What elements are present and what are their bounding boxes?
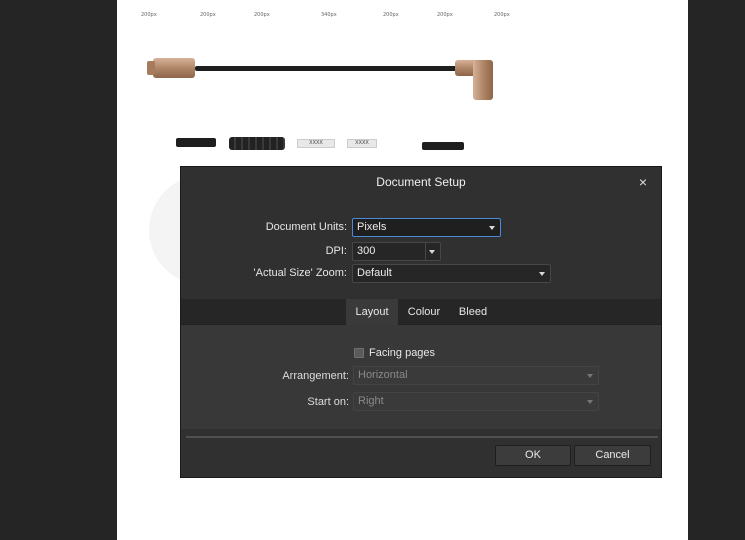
ok-button[interactable]: OK	[495, 445, 571, 466]
dimension-label: 200px	[141, 12, 157, 18]
part-label: XXXX	[355, 140, 369, 146]
part-ferrule[interactable]	[176, 138, 216, 147]
start-on-value: Right	[358, 395, 384, 407]
chevron-down-icon	[587, 400, 593, 404]
chevron-down-icon[interactable]	[429, 250, 435, 254]
arrangement-label: Arrangement:	[282, 370, 349, 382]
dimension-label: 200px	[254, 12, 270, 18]
part-strain-relief[interactable]	[229, 137, 285, 150]
cable-image[interactable]	[195, 66, 465, 71]
dimension-label: 200px	[200, 12, 216, 18]
chevron-down-icon	[539, 272, 545, 276]
dpi-label: DPI:	[325, 245, 347, 257]
actual-size-zoom-value: Default	[357, 267, 392, 279]
dimension-label: 340px	[321, 12, 337, 18]
dimension-label: 200px	[437, 12, 453, 18]
chevron-down-icon	[489, 226, 495, 230]
combo-divider	[425, 243, 426, 260]
start-on-select[interactable]: Right	[353, 392, 599, 411]
document-units-select[interactable]: Pixels	[352, 218, 501, 237]
facing-pages-checkbox[interactable]	[354, 348, 364, 358]
cancel-button[interactable]: Cancel	[574, 445, 651, 466]
chevron-down-icon	[587, 374, 593, 378]
actual-size-zoom-label: 'Actual Size' Zoom:	[253, 267, 347, 279]
facing-pages-label[interactable]: Facing pages	[369, 345, 435, 361]
part-label: XXXX	[309, 140, 323, 146]
arrangement-select[interactable]: Horizontal	[353, 366, 599, 385]
dpi-value: 300	[357, 245, 376, 257]
start-on-label: Start on:	[307, 396, 349, 408]
dpi-combo[interactable]: 300	[352, 242, 441, 261]
bnc-connector-right-angle[interactable]	[473, 60, 493, 100]
actual-size-zoom-select[interactable]: Default	[352, 264, 551, 283]
tab-colour[interactable]: Colour	[398, 299, 450, 325]
tab-bleed[interactable]: Bleed	[450, 299, 496, 325]
footer-divider	[186, 436, 658, 438]
bnc-connector-left[interactable]	[147, 58, 195, 78]
dimension-label: 200px	[383, 12, 399, 18]
document-units-value: Pixels	[357, 221, 387, 233]
dimension-label: 200px	[494, 12, 510, 18]
arrangement-value: Horizontal	[358, 369, 408, 381]
part-heat-shrink[interactable]	[422, 142, 464, 150]
part-label-sleeve[interactable]: XXXX	[347, 139, 377, 148]
close-icon[interactable]: ×	[634, 173, 652, 191]
document-setup-dialog: Document Setup × Document Units: Pixels …	[180, 166, 662, 478]
part-label-sleeve[interactable]: XXXX	[297, 139, 335, 148]
document-units-label: Document Units:	[265, 221, 347, 233]
dialog-title: Document Setup	[376, 175, 466, 189]
tab-bar: Layout Colour Bleed	[181, 299, 661, 325]
tab-layout[interactable]: Layout	[346, 299, 398, 325]
